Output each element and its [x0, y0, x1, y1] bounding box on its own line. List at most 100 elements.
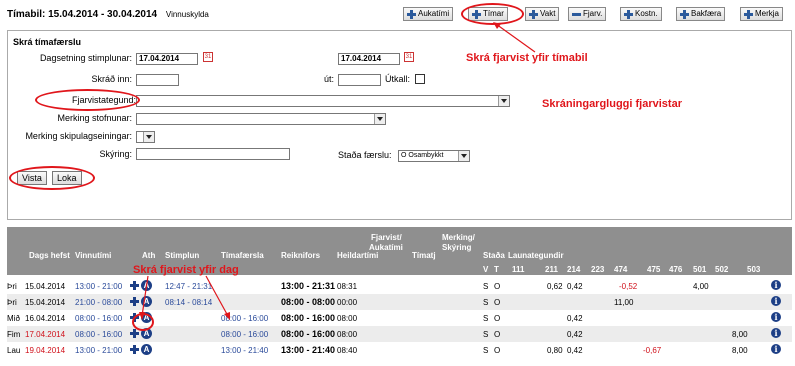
v-cell: S — [483, 346, 489, 355]
unit-select[interactable] — [136, 131, 155, 143]
worktime-link[interactable]: 08:00 - 16:00 — [75, 330, 122, 339]
status-select[interactable]: O Osambykkt — [398, 150, 470, 162]
col-calc: Reiknifors — [281, 251, 321, 260]
t-cell: O — [494, 346, 501, 355]
a-icon[interactable]: A — [141, 344, 152, 355]
add-overtime-button[interactable]: Aukatími — [403, 7, 454, 21]
org-label: Merking stofnunar: — [57, 113, 132, 123]
org-select[interactable] — [136, 113, 386, 125]
note-field[interactable] — [136, 148, 290, 160]
code-cell: 4,00 — [693, 282, 709, 291]
col-t: T — [494, 265, 499, 274]
worktime-link[interactable]: 13:00 - 21:00 — [75, 346, 122, 355]
period-title: Tímabil: 15.04.2014 - 30.04.2014 — [7, 9, 158, 20]
chevron-down-icon — [143, 132, 154, 142]
calc-cell: 08:00 - 16:00 — [281, 313, 336, 323]
add-cost-button[interactable]: Kostn. — [620, 7, 662, 21]
col-date: Dags hefst — [29, 251, 70, 260]
col-474: 474 — [614, 265, 628, 274]
entry-link[interactable]: 13:00 - 21:40 — [221, 346, 268, 355]
day-cell: Þri — [7, 282, 17, 291]
entry-link[interactable]: 08:00 - 16:00 — [221, 330, 268, 339]
code-cell: 0,80 — [547, 346, 563, 355]
code-cell: 0,42 — [567, 346, 583, 355]
plus-icon — [680, 9, 689, 19]
in-label: Skráð inn: — [91, 74, 132, 84]
t-cell: O — [494, 330, 501, 339]
table-row: Mið 16.04.2014 08:00 - 16:00 A 08:00 - 1… — [7, 310, 792, 326]
v-cell: S — [483, 282, 489, 291]
info-icon[interactable]: i — [771, 280, 781, 290]
table-row: Fim 17.04.2014 08:00 - 16:00 A 08:00 - 1… — [7, 326, 792, 342]
col-stamp: Stimplun — [165, 251, 200, 260]
col-note: Skýring — [442, 243, 472, 252]
col-codes: Launategundir — [508, 251, 564, 260]
code-cell: -0,52 — [619, 282, 638, 291]
reverse-button[interactable]: Bakfæra — [676, 7, 726, 21]
col-time: Tímatj — [412, 251, 436, 260]
add-absence-icon[interactable] — [130, 345, 139, 354]
code-cell: -0,67 — [643, 346, 662, 355]
calendar-icon[interactable]: 31 — [203, 52, 213, 62]
date-cell: 19.04.2014 — [25, 346, 66, 355]
date-label: Dagsetning stimplunar: — [39, 53, 132, 63]
date-from-field[interactable]: 17.04.2014 — [136, 53, 198, 65]
add-shift-button[interactable]: Vakt — [525, 7, 560, 21]
worktime-link[interactable]: 13:00 - 21:00 — [75, 282, 122, 291]
worktime-link[interactable]: 21:00 - 08:00 — [75, 298, 122, 307]
plus-icon — [529, 9, 538, 19]
col-total: Heildartími — [337, 251, 379, 260]
add-absence-icon[interactable] — [130, 329, 139, 338]
col-501: 501 — [693, 265, 707, 274]
out-label: út: — [323, 74, 334, 84]
v-cell: S — [483, 330, 489, 339]
note-label: Skýring: — [99, 149, 132, 159]
total-cell: 08:00 — [337, 314, 358, 323]
info-icon[interactable]: i — [771, 344, 781, 354]
day-cell: Þri — [7, 298, 17, 307]
in-field[interactable] — [136, 74, 179, 86]
col-476: 476 — [669, 265, 683, 274]
total-cell: 00:00 — [337, 298, 358, 307]
date-cell: 15.04.2014 — [25, 282, 66, 291]
col-mark: Merking/ — [442, 233, 475, 242]
day-cell: Mið — [7, 314, 20, 323]
out-field[interactable] — [338, 74, 381, 86]
info-icon[interactable]: i — [771, 296, 781, 306]
date-cell: 15.04.2014 — [25, 298, 66, 307]
code-cell: 0,62 — [547, 282, 563, 291]
t-cell: O — [494, 314, 501, 323]
code-cell: 8,00 — [732, 330, 748, 339]
plus-icon — [407, 9, 416, 19]
calc-cell: 08:00 - 08:00 — [281, 297, 336, 307]
calendar-icon[interactable]: 31 — [404, 52, 414, 62]
info-icon[interactable]: i — [771, 312, 781, 322]
checkout-checkbox[interactable] — [415, 74, 425, 84]
chevron-down-icon — [374, 114, 385, 124]
code-cell: 11,00 — [614, 298, 634, 307]
annotation-window: Skráningargluggi fjarvistar — [542, 98, 682, 110]
col-overtime: Aukatími — [369, 243, 403, 252]
total-cell: 08:31 — [337, 282, 358, 291]
date-cell: 17.04.2014 — [25, 330, 66, 339]
chevron-down-icon — [498, 96, 509, 106]
date-cell: 16.04.2014 — [25, 314, 66, 323]
worktime-link[interactable]: 08:00 - 16:00 — [75, 314, 122, 323]
v-cell: S — [483, 314, 489, 323]
col-v: V — [483, 265, 489, 274]
chevron-down-icon — [458, 151, 469, 161]
col-211: 211 — [545, 265, 558, 274]
total-cell: 08:40 — [337, 346, 358, 355]
date-to-field[interactable]: 17.04.2014 — [338, 53, 400, 65]
info-icon[interactable]: i — [771, 328, 781, 338]
form-heading: Skrá tímafærslu — [13, 37, 82, 47]
absence-button[interactable]: Fjarv. — [568, 7, 607, 21]
code-cell: 8,00 — [732, 346, 748, 355]
table-subheader: V T 111 211 214 223 474 475 476 501 502 … — [7, 263, 792, 275]
minus-icon — [572, 12, 581, 16]
col-worktime: Vinnutími — [75, 251, 112, 260]
absence-type-select[interactable] — [136, 95, 510, 107]
page-title: Tímabil: 15.04.2014 - 30.04.2014 Vinnusk… — [7, 9, 209, 20]
col-223: 223 — [591, 265, 605, 274]
mark-button[interactable]: Merkja — [740, 7, 784, 21]
